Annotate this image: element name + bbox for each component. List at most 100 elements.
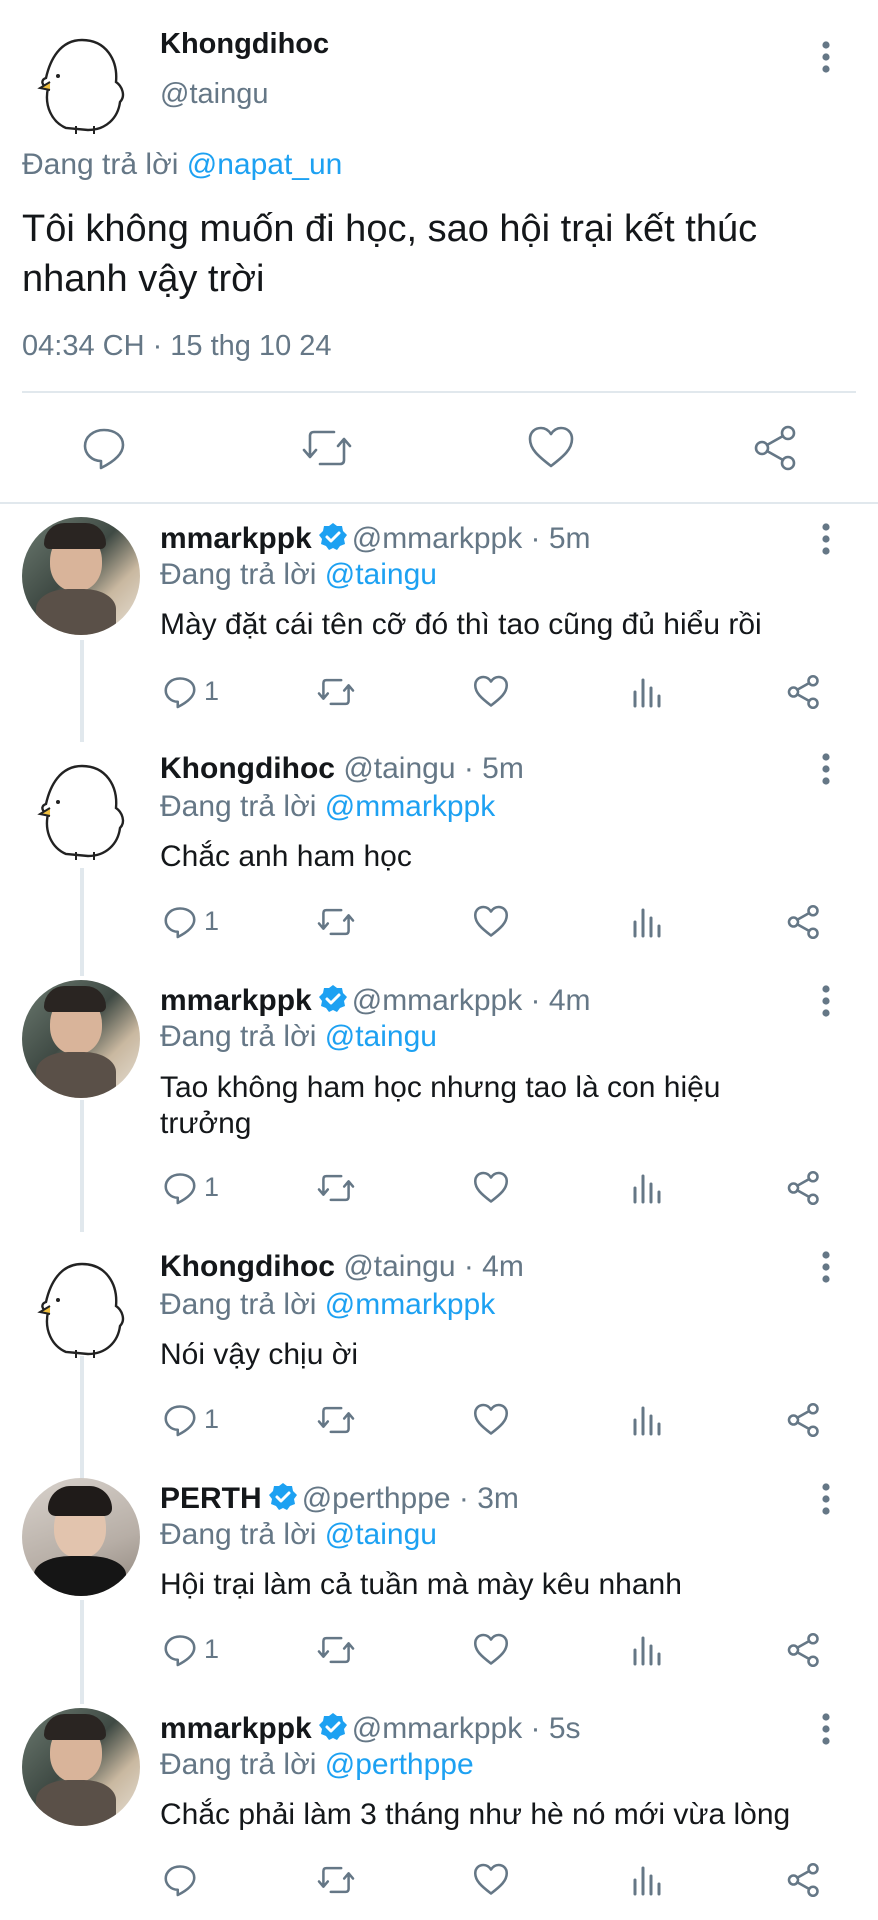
- share-icon[interactable]: [786, 1170, 822, 1206]
- share-icon[interactable]: [786, 904, 822, 940]
- avatar[interactable]: [22, 1708, 140, 1826]
- replying-to-link[interactable]: @mmarkppk: [325, 1288, 495, 1321]
- retweet-icon[interactable]: [316, 674, 356, 710]
- retweet-icon[interactable]: [316, 1402, 356, 1438]
- reply-text-line: trưởng: [160, 1107, 252, 1140]
- like-icon[interactable]: [472, 1862, 510, 1898]
- reply-icon[interactable]: [162, 904, 198, 940]
- author-name[interactable]: mmarkppk: [160, 1712, 312, 1745]
- author-name[interactable]: PERTH: [160, 1482, 262, 1515]
- replying-to-link[interactable]: @napat_un: [187, 148, 343, 181]
- more-options-icon[interactable]: [820, 984, 832, 1018]
- share-icon[interactable]: [786, 1402, 822, 1438]
- reply-header: mmarkppk @mmarkppk · 4m: [160, 984, 591, 1018]
- verified-badge-icon: [318, 523, 347, 550]
- share-icon[interactable]: [786, 1862, 822, 1898]
- reply-count: 1: [204, 906, 220, 936]
- thread-line: [80, 868, 84, 976]
- replying-to-link[interactable]: @taingu: [325, 1518, 437, 1551]
- reply-count: 1: [204, 1404, 220, 1434]
- replying-to: Đang trả lời @taingu: [160, 1020, 437, 1054]
- like-icon[interactable]: [472, 1402, 510, 1438]
- reply-header: mmarkppk @mmarkppk · 5s: [160, 1712, 581, 1746]
- replying-prefix: Đang trả lời: [160, 1518, 317, 1551]
- reply-text-line: Tao không ham học nhưng tao là con hiệu: [160, 1071, 721, 1104]
- replying-to: Đang trả lời @taingu: [160, 1518, 437, 1552]
- author-name[interactable]: Khongdihoc: [160, 28, 329, 61]
- thread-line: [80, 640, 84, 742]
- replying-to-link[interactable]: @taingu: [325, 1020, 437, 1053]
- reply-count: 1: [204, 1634, 220, 1664]
- like-icon[interactable]: [472, 1170, 510, 1206]
- like-icon[interactable]: [472, 904, 510, 940]
- replying-to: Đang trả lời @mmarkppk: [160, 790, 495, 824]
- reply-icon[interactable]: [162, 674, 198, 710]
- like-icon[interactable]: [526, 424, 576, 472]
- retweet-icon[interactable]: [300, 424, 354, 472]
- author-name[interactable]: mmarkppk: [160, 522, 312, 555]
- replying-to-link[interactable]: @taingu: [325, 558, 437, 591]
- analytics-icon[interactable]: [632, 906, 662, 938]
- replying-prefix: Đang trả lời: [160, 558, 317, 591]
- default-avatar-icon[interactable]: [36, 30, 132, 140]
- like-icon[interactable]: [472, 1632, 510, 1668]
- author-handle[interactable]: @mmarkppk · 5m: [352, 522, 591, 555]
- reply-text: Chắc phải làm 3 tháng như hè nó mới vừa …: [160, 1798, 791, 1831]
- replying-prefix: Đang trả lời: [22, 148, 179, 181]
- reply-icon[interactable]: [162, 1170, 198, 1206]
- reply-icon[interactable]: [162, 1862, 198, 1898]
- analytics-icon[interactable]: [632, 1404, 662, 1436]
- author-name[interactable]: mmarkppk: [160, 984, 312, 1017]
- author-name[interactable]: Khongdihoc: [160, 1250, 335, 1283]
- replying-to: Đang trả lời @mmarkppk: [160, 1288, 495, 1322]
- replying-to: Đang trả lời @perthppe: [160, 1748, 474, 1782]
- reply-text: Mày đặt cái tên cỡ đó thì tao cũng đủ hi…: [160, 608, 762, 641]
- author-handle[interactable]: @mmarkppk · 4m: [352, 984, 591, 1017]
- author-handle[interactable]: @taingu: [160, 78, 268, 111]
- retweet-icon[interactable]: [316, 1862, 356, 1898]
- retweet-icon[interactable]: [316, 1170, 356, 1206]
- divider: [22, 391, 856, 393]
- analytics-icon[interactable]: [632, 676, 662, 708]
- more-options-icon[interactable]: [820, 752, 832, 786]
- verified-badge-icon: [318, 985, 347, 1012]
- analytics-icon[interactable]: [632, 1634, 662, 1666]
- reply-icon[interactable]: [162, 1632, 198, 1668]
- avatar[interactable]: [22, 980, 140, 1098]
- default-avatar-icon[interactable]: [36, 1254, 132, 1364]
- thread-line: [80, 1100, 84, 1232]
- like-icon[interactable]: [472, 674, 510, 710]
- replying-to: Đang trả lời @taingu: [160, 558, 437, 592]
- avatar[interactable]: [22, 1478, 140, 1596]
- author-handle[interactable]: @mmarkppk · 5s: [352, 1712, 581, 1745]
- author-handle[interactable]: @taingu · 5m: [343, 752, 524, 785]
- reply-count: 1: [204, 676, 220, 706]
- default-avatar-icon[interactable]: [36, 756, 132, 866]
- retweet-icon[interactable]: [316, 904, 356, 940]
- more-options-icon[interactable]: [820, 522, 832, 556]
- reply-icon[interactable]: [162, 1402, 198, 1438]
- reply-text: Nói vậy chịu ời: [160, 1338, 359, 1371]
- share-icon[interactable]: [786, 674, 822, 710]
- avatar[interactable]: [22, 517, 140, 635]
- more-options-icon[interactable]: [820, 1482, 832, 1516]
- more-options-icon[interactable]: [820, 40, 832, 74]
- replying-to-link[interactable]: @mmarkppk: [325, 790, 495, 823]
- reply-text: Hội trại làm cả tuần mà mày kêu nhanh: [160, 1568, 682, 1601]
- reply-icon[interactable]: [80, 424, 128, 472]
- replying-to: Đang trả lời @napat_un: [22, 148, 342, 182]
- more-options-icon[interactable]: [820, 1250, 832, 1284]
- replying-to-link[interactable]: @perthppe: [325, 1748, 474, 1781]
- author-handle[interactable]: @perthppe · 3m: [302, 1482, 519, 1515]
- author-name[interactable]: Khongdihoc: [160, 752, 335, 785]
- share-icon[interactable]: [786, 1632, 822, 1668]
- more-options-icon[interactable]: [820, 1712, 832, 1746]
- tweet-text: Tôi không muốn đi học, sao hội trại kết …: [22, 204, 757, 304]
- retweet-icon[interactable]: [316, 1632, 356, 1668]
- analytics-icon[interactable]: [632, 1864, 662, 1896]
- replying-prefix: Đang trả lời: [160, 1288, 317, 1321]
- divider: [0, 502, 878, 504]
- author-handle[interactable]: @taingu · 4m: [343, 1250, 524, 1283]
- share-icon[interactable]: [752, 424, 800, 472]
- analytics-icon[interactable]: [632, 1172, 662, 1204]
